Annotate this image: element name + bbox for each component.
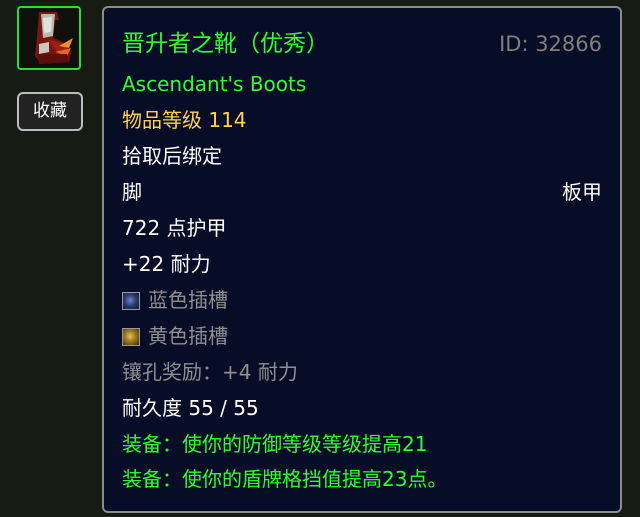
slot-row: 脚 板甲: [122, 178, 602, 206]
item-name: 晋升者之靴（优秀）: [122, 31, 329, 57]
item-level: 物品等级 114: [122, 108, 247, 132]
yellow-socket-icon: [122, 328, 140, 346]
socket-yellow-label: 黄色插槽: [148, 324, 228, 348]
armor-type: 板甲: [562, 180, 602, 204]
equip-effect-block: 装备：使你的盾牌格挡值提高23点。: [122, 467, 448, 491]
item-name-row: 晋升者之靴（优秀） ID: 32866: [122, 30, 602, 58]
item-id: ID: 32866: [499, 32, 602, 56]
equip-effect-defense: 装备：使你的防御等级等级提高21: [122, 432, 428, 456]
plate-boots-icon[interactable]: [17, 6, 81, 70]
socket-yellow-row: 黄色插槽: [122, 322, 602, 350]
socket-blue-row: 蓝色插槽: [122, 286, 602, 314]
armor-value: 722 点护甲: [122, 216, 227, 240]
bind-type: 拾取后绑定: [122, 144, 222, 168]
blue-socket-icon: [122, 292, 140, 310]
equip-slot: 脚: [122, 180, 142, 204]
item-english-name: Ascendant's Boots: [122, 72, 307, 96]
socket-blue-label: 蓝色插槽: [148, 288, 228, 312]
collect-button[interactable]: 收藏: [17, 92, 83, 131]
durability: 耐久度 55 / 55: [122, 396, 259, 420]
item-tooltip: 晋升者之靴（优秀） ID: 32866 Ascendant's Boots 物品…: [102, 6, 622, 513]
socket-bonus: 镶孔奖励：+4 耐力: [122, 360, 298, 384]
stat-stamina: +22 耐力: [122, 252, 211, 276]
page: 收藏 晋升者之靴（优秀） ID: 32866 Ascendant's Boots…: [0, 0, 640, 517]
